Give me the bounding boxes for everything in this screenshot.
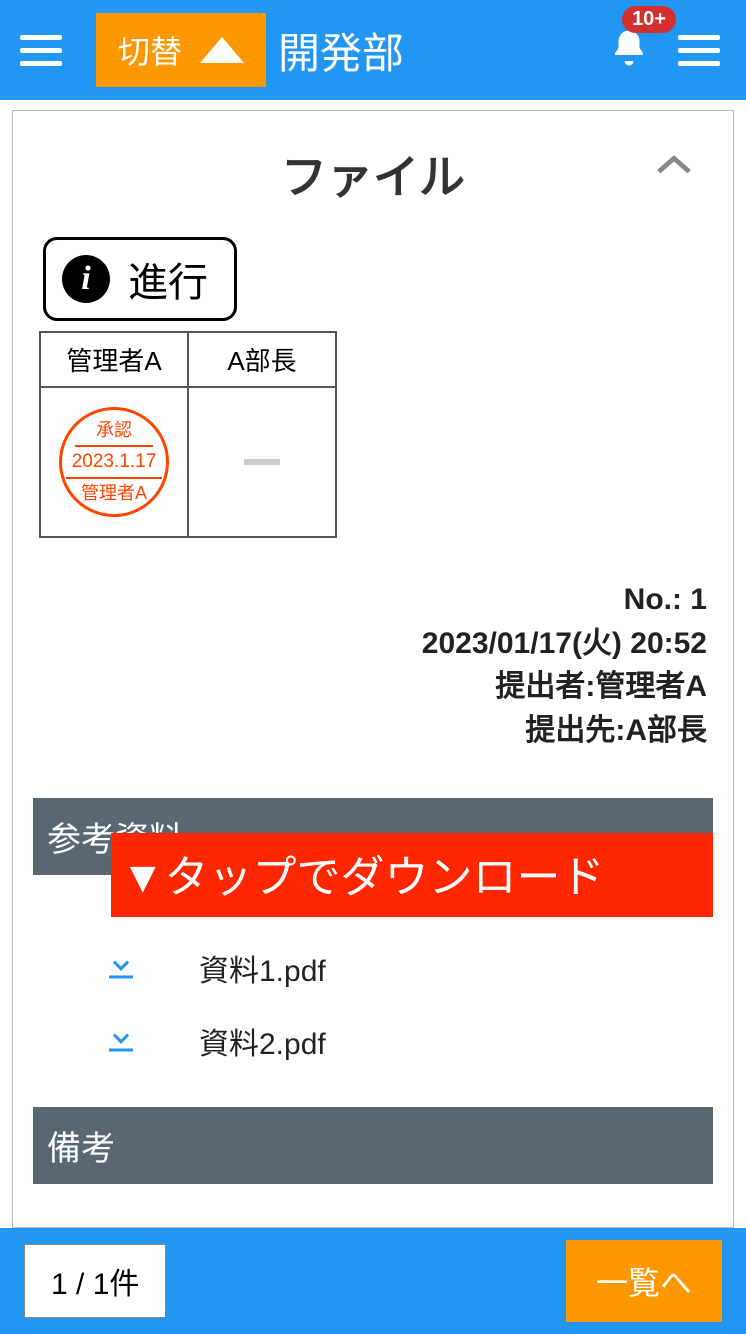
pending-dash-icon — [244, 459, 280, 465]
content-panel: ファイル i 進行 管理者A A部長 承認 2023.1.17 管理者A — [12, 110, 734, 1228]
stamp-line3: 管理者A — [75, 479, 153, 506]
approval-col-2: A部長 — [188, 332, 336, 387]
content-header: ファイル — [33, 141, 713, 207]
download-callout: ▼タップでダウンロード — [111, 833, 713, 917]
approval-stamp: 承認 2023.1.17 管理者A — [59, 407, 169, 517]
status-label: 進行 — [128, 250, 208, 308]
page-title: ファイル — [281, 141, 465, 207]
meta-datetime: 2023/01/17(火) 20:52 — [33, 622, 707, 666]
notification-badge: 10+ — [622, 6, 676, 33]
file-row[interactable]: 資料1.pdf — [33, 931, 713, 1004]
meta-recipient: 提出先:A部長 — [33, 709, 707, 753]
chevron-up-icon — [655, 151, 693, 177]
switch-label: 切替 — [118, 27, 182, 73]
file-row[interactable]: 資料2.pdf — [33, 1004, 713, 1077]
stamp-line2: 2023.1.17 — [66, 447, 162, 480]
switch-button[interactable]: 切替 — [96, 13, 266, 87]
status-pill[interactable]: i 進行 — [43, 237, 237, 321]
page-count-button[interactable]: 1 / 1件 — [24, 1244, 166, 1318]
approval-table: 管理者A A部長 承認 2023.1.17 管理者A — [39, 331, 337, 538]
file-name: 資料1.pdf — [199, 946, 326, 990]
download-icon — [103, 1018, 139, 1063]
meta-submitter: 提出者:管理者A — [33, 665, 707, 709]
stamp-line1: 承認 — [75, 418, 153, 447]
remarks-body: ファイルはセットされていません — [33, 1184, 713, 1228]
file-list: 資料1.pdf 資料2.pdf — [33, 931, 713, 1077]
approval-cell-1: 承認 2023.1.17 管理者A — [40, 387, 188, 537]
approval-col-1: 管理者A — [40, 332, 188, 387]
bottom-navbar: 1 / 1件 一覧へ — [0, 1228, 746, 1334]
info-icon: i — [62, 255, 110, 303]
download-icon — [103, 945, 139, 990]
collapse-toggle[interactable] — [655, 151, 693, 182]
list-button[interactable]: 一覧へ — [566, 1240, 722, 1322]
notification-bell[interactable]: 10+ — [608, 24, 650, 77]
top-navbar: 切替 開発部 10+ — [0, 0, 746, 100]
approval-cell-2 — [188, 387, 336, 537]
menu-right-icon[interactable] — [678, 26, 726, 74]
meta-info: No.: 1 2023/01/17(火) 20:52 提出者:管理者A 提出先:… — [33, 578, 713, 752]
file-name: 資料2.pdf — [199, 1019, 326, 1063]
section-remarks-header: 備考 — [33, 1107, 713, 1184]
header-title: 開発部 — [278, 20, 608, 81]
meta-no: No.: 1 — [33, 578, 707, 622]
menu-left-icon[interactable] — [20, 26, 68, 74]
triangle-up-icon — [200, 37, 244, 63]
